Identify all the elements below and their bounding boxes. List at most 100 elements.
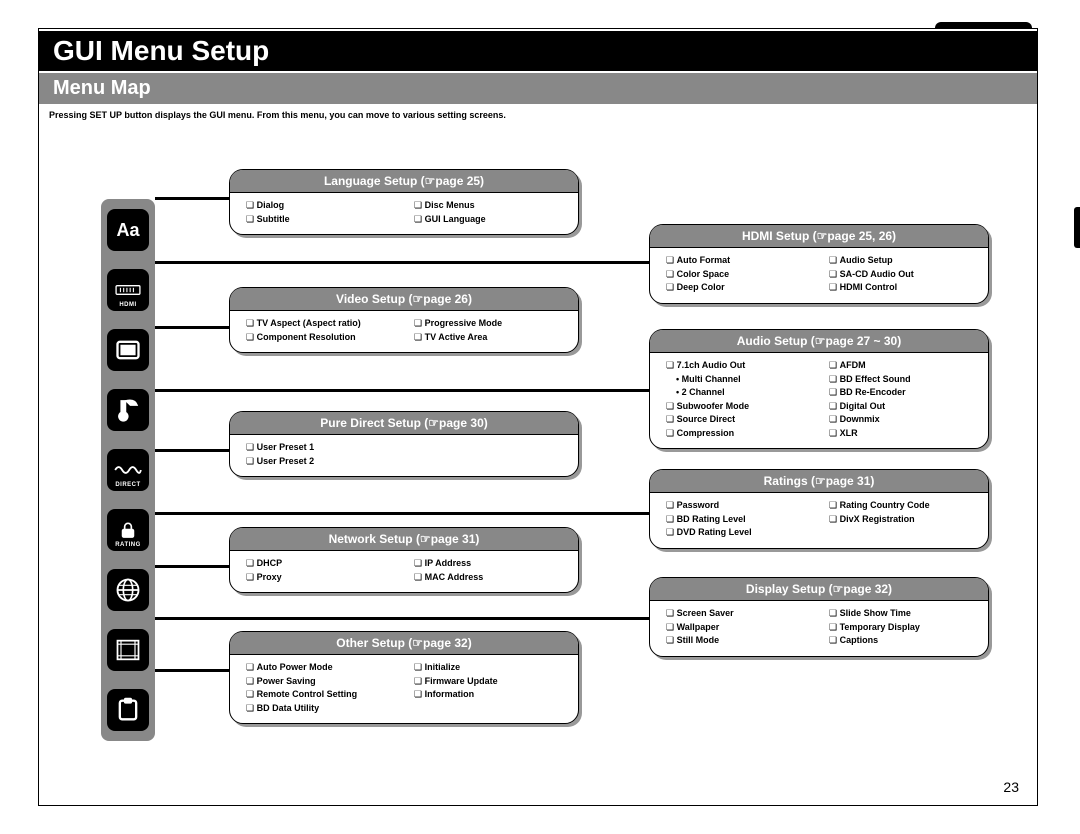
page-number: 23 — [1003, 779, 1019, 795]
video-icon — [107, 329, 149, 371]
list-item: Slide Show Time — [829, 607, 972, 621]
network-icon — [107, 569, 149, 611]
list-item: Still Mode — [666, 634, 809, 648]
box-title: Ratings (☞page 31) — [650, 470, 988, 493]
list-item: BD Rating Level — [666, 513, 809, 527]
main-title: GUI Menu Setup — [39, 29, 1037, 73]
connector — [155, 669, 229, 672]
list-item: GUI Language — [414, 213, 562, 227]
sub-title: Menu Map — [39, 73, 1037, 104]
hdmi-icon: HDMI — [107, 269, 149, 311]
list-item: Rating Country Code — [829, 499, 972, 513]
box-title: Audio Setup (☞page 27 ~ 30) — [650, 330, 988, 353]
box-title: Video Setup (☞page 26) — [230, 288, 578, 311]
list-item: Wallpaper — [666, 621, 809, 635]
list-item: User Preset 1 — [246, 441, 562, 455]
list-item: Firmware Update — [414, 675, 562, 689]
list-item: SA-CD Audio Out — [829, 268, 972, 282]
list-item: Power Saving — [246, 675, 394, 689]
page-frame: GUI Menu Setup Menu Map Pressing SET UP … — [38, 28, 1038, 806]
list-item: Disc Menus — [414, 199, 562, 213]
ratings-box: Ratings (☞page 31) Password BD Rating Le… — [649, 469, 989, 549]
box-title: Language Setup (☞page 25) — [230, 170, 578, 193]
list-item: Auto Format — [666, 254, 809, 268]
list-item: Screen Saver — [666, 607, 809, 621]
hdmi-setup-box: HDMI Setup (☞page 25, 26) Auto Format Co… — [649, 224, 989, 304]
list-item: MAC Address — [414, 571, 562, 585]
language-icon: Aa — [107, 209, 149, 251]
pure-direct-setup-box: Pure Direct Setup (☞page 30) User Preset… — [229, 411, 579, 477]
side-tab[interactable]: Connections — [1074, 139, 1080, 205]
rating-icon: RATING — [107, 509, 149, 551]
list-item: 2 Channel — [666, 386, 809, 400]
list-item: DVD Rating Level — [666, 526, 809, 540]
side-tab[interactable]: Playback — [1074, 250, 1080, 303]
connector — [155, 389, 649, 392]
list-item: Information — [414, 688, 562, 702]
list-item: HDMI Control — [829, 281, 972, 295]
list-item: BD Effect Sound — [829, 373, 972, 387]
side-tab[interactable]: Setup — [1074, 207, 1080, 248]
audio-icon — [107, 389, 149, 431]
list-item: Compression — [666, 427, 809, 441]
network-setup-box: Network Setup (☞page 31) DHCP Proxy IP A… — [229, 527, 579, 593]
side-tab[interactable]: Specifications — [1074, 559, 1080, 631]
list-item: IP Address — [414, 557, 562, 571]
list-item: Password — [666, 499, 809, 513]
box-title: Network Setup (☞page 31) — [230, 528, 578, 551]
language-setup-box: Language Setup (☞page 25) Dialog Subtitl… — [229, 169, 579, 235]
side-tab[interactable]: Troubleshooting — [1074, 477, 1080, 557]
list-item: Deep Color — [666, 281, 809, 295]
list-item: XLR — [829, 427, 972, 441]
list-item: Captions — [829, 634, 972, 648]
list-item: Color Space — [666, 268, 809, 282]
box-title: Pure Direct Setup (☞page 30) — [230, 412, 578, 435]
other-icon — [107, 689, 149, 731]
list-item: Progressive Mode — [414, 317, 562, 331]
list-item: Subtitle — [246, 213, 394, 227]
display-setup-box: Display Setup (☞page 32) Screen Saver Wa… — [649, 577, 989, 657]
connector — [155, 565, 229, 568]
list-item: AFDM — [829, 359, 972, 373]
list-item: BD Data Utility — [246, 702, 394, 716]
connector — [155, 261, 649, 264]
list-item: User Preset 2 — [246, 455, 562, 469]
list-item: DHCP — [246, 557, 394, 571]
list-item: Dialog — [246, 199, 394, 213]
list-item: Source Direct — [666, 413, 809, 427]
video-setup-box: Video Setup (☞page 26) TV Aspect (Aspect… — [229, 287, 579, 353]
list-item: Auto Power Mode — [246, 661, 394, 675]
list-item: Component Resolution — [246, 331, 394, 345]
list-item: Temporary Display — [829, 621, 972, 635]
list-item: Downmix — [829, 413, 972, 427]
audio-setup-box: Audio Setup (☞page 27 ~ 30) 7.1ch Audio … — [649, 329, 989, 449]
list-item: Audio Setup — [829, 254, 972, 268]
list-item: TV Active Area — [414, 331, 562, 345]
direct-icon: DIRECT — [107, 449, 149, 491]
list-item: Digital Out — [829, 400, 972, 414]
box-title: Other Setup (☞page 32) — [230, 632, 578, 655]
side-tab[interactable]: Information — [1074, 414, 1080, 475]
list-item: Multi Channel — [666, 373, 809, 387]
list-item: Initialize — [414, 661, 562, 675]
connector — [155, 326, 229, 329]
list-item: Proxy — [246, 571, 394, 585]
description-text: Pressing SET UP button displays the GUI … — [39, 104, 1037, 122]
list-item: Subwoofer Mode — [666, 400, 809, 414]
box-title: Display Setup (☞page 32) — [650, 578, 988, 601]
side-tabs: Getting Started Connections Setup PlaybackH… — [1074, 60, 1080, 632]
list-item: 7.1ch Audio Out — [666, 359, 809, 373]
list-item: BD Re-Encoder — [829, 386, 972, 400]
side-tab[interactable]: HDMI Control Function — [1074, 304, 1080, 412]
connector — [155, 617, 649, 620]
list-item: TV Aspect (Aspect ratio) — [246, 317, 394, 331]
side-tab[interactable]: Getting Started — [1074, 60, 1080, 137]
icon-column: Aa HDMI DIRECT RATING — [101, 199, 155, 741]
box-title: HDMI Setup (☞page 25, 26) — [650, 225, 988, 248]
display-icon — [107, 629, 149, 671]
connector — [155, 197, 229, 200]
connector — [155, 512, 649, 515]
connector — [155, 449, 229, 452]
other-setup-box: Other Setup (☞page 32) Auto Power Mode P… — [229, 631, 579, 724]
list-item: DivX Registration — [829, 513, 972, 527]
